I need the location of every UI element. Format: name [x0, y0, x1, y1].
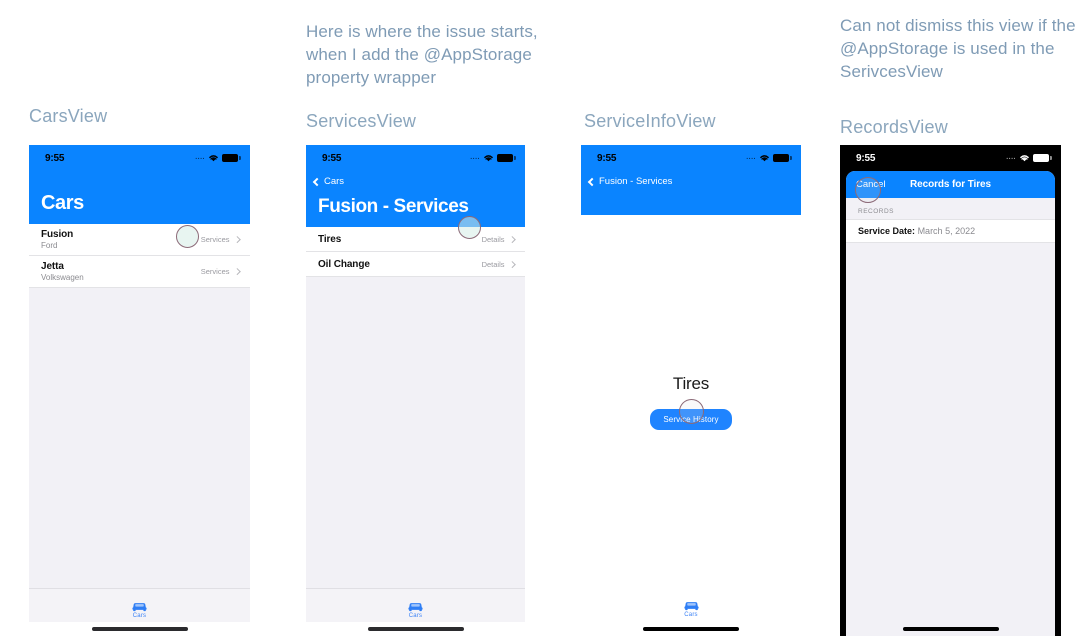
back-button[interactable]: Fusion - Services — [581, 171, 801, 189]
car-make: Volkswagen — [41, 273, 84, 282]
record-key: Service Date: — [858, 226, 916, 236]
home-indicator-area — [846, 622, 1055, 636]
wifi-icon — [484, 155, 493, 162]
tab-label: Cars — [684, 612, 698, 618]
battery-icon — [773, 154, 792, 162]
chevron-right-icon — [508, 260, 515, 268]
service-info-body: Tires Service History — [581, 215, 801, 588]
table-row: Service Date: March 5, 2022 — [846, 219, 1055, 243]
record-value: March 5, 2022 — [917, 226, 976, 236]
car-name: Fusion — [41, 229, 74, 240]
cars-list: Fusion Ford Services Jetta Volkswagen Se… — [29, 224, 250, 288]
list-empty-area — [29, 288, 250, 588]
tab-bar: Cars — [306, 588, 525, 622]
car-icon[interactable] — [131, 600, 148, 612]
back-button-label: Fusion - Services — [599, 176, 673, 187]
nav-bar: Cars Fusion - Services — [306, 171, 525, 227]
chevron-left-icon — [312, 177, 322, 186]
home-indicator-area — [29, 622, 250, 636]
section-header: RECORDS — [846, 198, 1055, 219]
service-history-button[interactable]: Service History — [650, 408, 732, 430]
services-list: Tires Details Oil Change Details — [306, 227, 525, 277]
sheet-nav-bar: Cancel Records for Tires — [846, 171, 1055, 198]
status-bar: 9:55 .... — [840, 145, 1061, 171]
service-name: Oil Change — [318, 258, 370, 270]
view-label-servicesview: ServicesView — [306, 111, 417, 131]
wifi-icon — [209, 155, 218, 162]
signal-icon: .... — [746, 153, 756, 161]
status-time: 9:55 — [597, 152, 617, 164]
car-icon[interactable] — [683, 599, 700, 611]
home-indicator — [91, 627, 188, 631]
status-time: 9:55 — [856, 152, 876, 164]
home-indicator — [643, 627, 739, 631]
car-name: Jetta — [41, 261, 64, 272]
home-indicator — [367, 627, 464, 631]
status-time: 9:55 — [45, 152, 65, 164]
table-row[interactable]: Oil Change Details — [306, 252, 525, 277]
screenshot-canvas: Here is where the issue starts, when I a… — [0, 0, 1080, 636]
signal-icon: .... — [470, 153, 480, 161]
nav-bar: Fusion - Services — [581, 171, 801, 215]
page-title: Fusion - Services — [318, 196, 469, 217]
row-action-label[interactable]: Services — [201, 235, 230, 244]
sheet-backdrop[interactable]: Cancel Records for Tires RECORDS Service… — [840, 171, 1061, 636]
chevron-left-icon — [587, 177, 597, 186]
home-indicator-area — [581, 622, 801, 636]
home-indicator-area — [306, 622, 525, 636]
tab-bar: Cars — [581, 588, 801, 622]
sheet-empty-area — [846, 243, 1055, 622]
modal-sheet: Cancel Records for Tires RECORDS Service… — [846, 171, 1055, 636]
status-time: 9:55 — [322, 152, 342, 164]
phone-servicesview: 9:55 .... Cars Fusion - Services Tires D… — [306, 145, 525, 636]
row-action-label[interactable]: Services — [201, 267, 230, 276]
tab-bar: Cars — [29, 588, 250, 622]
wifi-icon — [760, 155, 769, 162]
phone-serviceinfoview: 9:55 .... Fusion - Services Tires Servic… — [581, 145, 801, 636]
service-heading: Tires — [672, 373, 710, 393]
phone-recordsview: 9:55 .... Cancel Records for Tires RECOR… — [840, 145, 1061, 636]
sheet-title: Records for Tires — [910, 179, 991, 190]
chevron-right-icon — [508, 235, 515, 243]
chevron-right-icon — [233, 236, 240, 243]
wifi-icon — [1020, 155, 1029, 162]
row-action-label[interactable]: Details — [482, 260, 505, 269]
table-row[interactable]: Tires Details — [306, 227, 525, 252]
view-label-carsview: CarsView — [29, 106, 108, 126]
chevron-right-icon — [233, 268, 240, 275]
signal-icon: .... — [1006, 153, 1016, 161]
battery-icon — [222, 154, 241, 162]
battery-icon — [497, 154, 516, 162]
page-title: Cars — [41, 192, 84, 214]
annotation-services-note: Here is where the issue starts, when I a… — [306, 22, 538, 87]
view-label-recordsview: RecordsView — [840, 117, 948, 137]
status-bar: 9:55 .... — [306, 145, 525, 171]
row-action-label[interactable]: Details — [482, 235, 505, 244]
table-row[interactable]: Jetta Volkswagen Services — [29, 256, 250, 288]
status-bar: 9:55 .... — [29, 145, 250, 171]
status-bar: 9:55 .... — [581, 145, 801, 171]
car-make: Ford — [41, 241, 58, 250]
back-button-label: Cars — [324, 176, 345, 187]
phone-carsview: 9:55 .... Cars Fusion Ford Services Jett… — [29, 145, 250, 636]
home-indicator — [902, 627, 999, 631]
tab-label: Cars — [132, 612, 147, 619]
battery-icon — [1033, 154, 1052, 162]
service-name: Tires — [318, 233, 342, 245]
nav-bar: Cars — [29, 171, 250, 224]
tab-label: Cars — [408, 612, 423, 619]
back-button[interactable]: Cars — [306, 171, 525, 189]
annotation-records-note: Can not dismiss this view if the @AppSto… — [840, 16, 1076, 81]
car-icon[interactable] — [407, 600, 424, 612]
signal-icon: .... — [195, 153, 205, 161]
list-empty-area — [306, 277, 525, 588]
table-row[interactable]: Fusion Ford Services — [29, 224, 250, 256]
view-label-serviceinfoview: ServiceInfoView — [584, 111, 716, 131]
